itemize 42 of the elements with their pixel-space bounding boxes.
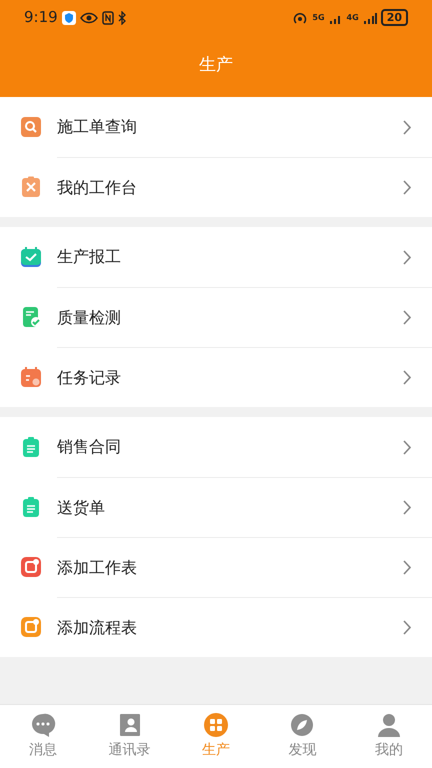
chevron-right-icon <box>403 560 412 575</box>
menu-label: 我的工作台 <box>57 176 137 198</box>
menu-label: 施工单查询 <box>57 116 137 138</box>
menu-item[interactable]: 质量检测 <box>0 287 432 347</box>
chevron-right-icon <box>403 310 412 325</box>
chevron-right-icon <box>403 620 412 635</box>
menu-label: 生产报工 <box>57 246 121 268</box>
hotspot-icon <box>292 10 308 24</box>
nav-tab[interactable]: 我的 <box>346 712 432 761</box>
page-title: 生产 <box>199 54 233 78</box>
eye-icon <box>80 12 98 24</box>
nav-tab[interactable]: 发现 <box>259 712 346 761</box>
menu-item[interactable]: 添加工作表 <box>0 537 432 597</box>
network-label: 4G <box>346 12 359 24</box>
chevron-right-icon <box>403 250 412 264</box>
chevron-right-icon <box>403 120 412 134</box>
nav-tab[interactable]: 消息 <box>0 712 86 761</box>
menu-label: 添加流程表 <box>57 616 137 638</box>
chevron-right-icon <box>403 370 412 385</box>
chevron-right-icon <box>403 180 412 195</box>
battery-indicator: 20 <box>380 9 408 26</box>
menu-label: 任务记录 <box>57 366 121 388</box>
menu-item[interactable]: 我的工作台 <box>0 157 432 217</box>
status-time: 9:19 <box>24 7 58 28</box>
menu-item[interactable]: 添加流程表 <box>0 597 432 657</box>
menu-item[interactable]: 销售合同 <box>0 417 432 477</box>
network-label: 5G <box>312 12 325 24</box>
menu-item[interactable]: 施工单查询 <box>0 97 432 157</box>
chevron-right-icon <box>403 500 412 515</box>
signal-icon <box>362 12 377 24</box>
nav-tab[interactable]: 通讯录 <box>86 712 173 761</box>
bluetooth-icon <box>118 10 127 24</box>
shield-icon <box>62 10 76 24</box>
menu-label: 送货单 <box>57 496 105 518</box>
menu-label: 销售合同 <box>57 436 121 458</box>
menu-label: 添加工作表 <box>57 556 137 578</box>
chevron-right-icon <box>403 440 412 454</box>
menu-item[interactable]: 任务记录 <box>0 347 432 407</box>
menu-item[interactable]: 生产报工 <box>0 227 432 287</box>
menu-item[interactable]: 送货单 <box>0 477 432 537</box>
nfc-icon <box>102 10 114 24</box>
menu-label: 质量检测 <box>57 306 121 328</box>
